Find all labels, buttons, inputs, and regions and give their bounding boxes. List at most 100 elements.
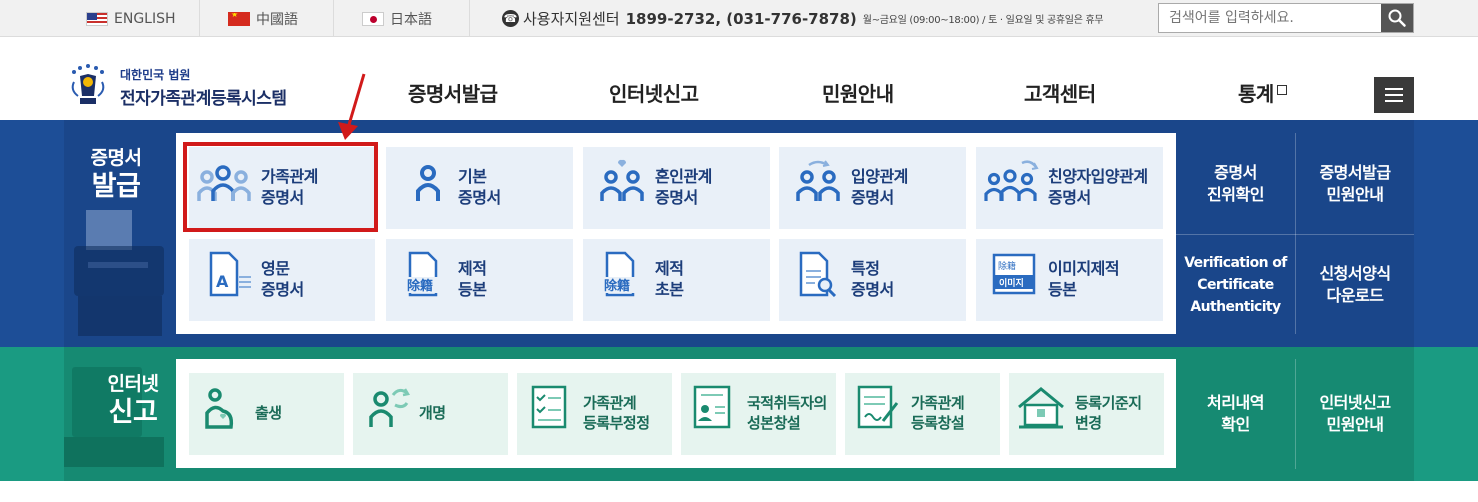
link-line: 확인 — [1221, 415, 1250, 434]
internet-report-guide-link[interactable]: 인터넷신고민원안내 — [1296, 359, 1414, 469]
card-label-line: 증명서 — [1048, 188, 1091, 207]
link-line: 인터넷신고 — [1319, 393, 1391, 412]
top-utility-bar: ENGLISH 中國語 日本語 ☎ 사용자지원센터 1899-2732, (03… — [0, 0, 1478, 37]
removed-record-extract-icon: 除籍 — [603, 251, 649, 297]
link-line: Verification of — [1184, 255, 1287, 271]
card-label: 국적취득자의 성본창설 — [747, 393, 827, 433]
card-label-line: 국적취득자의 — [747, 394, 827, 412]
support-phone: 1899-2732, (031-776-7878) — [625, 9, 857, 28]
printer-illustration-icon — [74, 210, 164, 336]
card-label-line: 등본 — [458, 280, 487, 299]
card-label: 가족관계등록창설 — [911, 393, 965, 433]
card-label-line: 기본 — [458, 167, 487, 186]
menu-button[interactable] — [1374, 77, 1414, 113]
card-label: 이미지제적등본 — [1048, 258, 1120, 300]
card-label-line: 증명서 — [655, 188, 698, 207]
card-image-removed-record[interactable]: 除籍 이미지 이미지제적등본 — [976, 239, 1163, 321]
link-line: 신청서양식 — [1319, 264, 1391, 283]
card-full-adoption-certificate[interactable]: 친양자입양관계 증명서 — [976, 147, 1163, 229]
search-input[interactable] — [1159, 4, 1381, 32]
section-title-line: 발급 — [91, 171, 141, 202]
card-marriage-certificate[interactable]: 혼인관계증명서 — [583, 147, 770, 229]
lang-label: ENGLISH — [114, 10, 176, 27]
stamp-text: 除籍 — [604, 278, 630, 294]
card-label-line: 등록창설 — [911, 414, 965, 432]
card-birth-report[interactable]: 출생 — [189, 373, 344, 455]
card-label: 입양관계 증명서 — [851, 166, 908, 208]
nav-statistics[interactable]: 통계 — [1238, 78, 1287, 107]
certificate-verify-link[interactable]: 증명서 진위확인 — [1176, 133, 1295, 234]
processing-history-link[interactable]: 처리내역 확인 — [1176, 359, 1295, 469]
card-label-line: 등본 — [1048, 280, 1077, 299]
hamburger-icon — [1385, 88, 1403, 90]
card-label-line: 제적 — [655, 259, 684, 278]
card-label-line: 입양관계 — [851, 167, 908, 186]
removed-record-document-icon: 除籍 — [406, 251, 452, 297]
form-download-link[interactable]: 신청서양식다운로드 — [1296, 235, 1414, 335]
card-removed-record-extract[interactable]: 除籍 제적초본 — [583, 239, 770, 321]
card-label-line: 가족관계 — [583, 394, 637, 412]
nav-label: 통계 — [1238, 82, 1274, 106]
highlight-box — [183, 142, 378, 232]
card-registry-base-change-report[interactable]: 등록기준지 변경 — [1009, 373, 1164, 455]
lang-label: 日本語 — [390, 11, 432, 28]
card-label-line: 이미지제적 — [1048, 259, 1120, 278]
card-label: 등록기준지 변경 — [1075, 393, 1142, 433]
red-arrow-icon — [338, 73, 366, 140]
card-label: 특정 증명서 — [851, 258, 894, 300]
hamburger-line — [1385, 100, 1403, 102]
stamp-text: 이미지 — [999, 277, 1024, 289]
card-label-line: 증명서 — [458, 188, 501, 207]
nav-certificate[interactable]: 증명서발급 — [408, 78, 498, 107]
card-label-line: 초본 — [655, 280, 684, 299]
cn-flag-icon — [228, 11, 250, 26]
section-title-line: 신고 — [108, 397, 158, 428]
lang-chinese-link[interactable]: 中國語 — [200, 0, 334, 37]
site-logo[interactable]: 대한민국 법원 전자가족관계등록시스템 — [64, 62, 304, 109]
card-removed-record-copy[interactable]: 除籍 제적 등본 — [386, 239, 573, 321]
card-naturalized-surname-report[interactable]: 국적취득자의 성본창설 — [681, 373, 836, 455]
search-button[interactable] — [1381, 4, 1413, 32]
hamburger-line — [1385, 94, 1403, 96]
link-line: Authenticity — [1190, 299, 1281, 315]
document-search-icon — [799, 251, 837, 297]
card-label: 제적초본 — [655, 258, 684, 300]
card-label: 제적 등본 — [458, 258, 487, 300]
support-label: 사용자지원센터 — [523, 10, 620, 28]
card-specific-certificate[interactable]: 특정 증명서 — [779, 239, 966, 321]
card-register-correction-report[interactable]: 가족관계 등록부정정 — [517, 373, 672, 455]
card-label-line: 가족관계 — [911, 394, 965, 412]
card-name-change-report[interactable]: 개명 — [353, 373, 508, 455]
image-record-icon: 除籍 이미지 — [992, 253, 1036, 295]
phone-icon: ☎ — [502, 10, 519, 27]
card-register-creation-report[interactable]: 가족관계등록창설 — [845, 373, 1000, 455]
family-adoption-icon — [984, 160, 1039, 201]
document-write-icon — [857, 385, 899, 429]
certificate-guide-link[interactable]: 증명서발급 민원안내 — [1296, 133, 1414, 234]
svg-text:A: A — [216, 272, 229, 291]
card-label: 영문 증명서 — [261, 258, 304, 300]
id-card-icon — [693, 385, 731, 429]
card-adoption-certificate[interactable]: 입양관계 증명서 — [779, 147, 966, 229]
us-flag-icon — [86, 11, 108, 26]
nav-civil-guide[interactable]: 민원안내 — [822, 78, 894, 107]
logo-subtitle: 대한민국 법원 — [120, 68, 191, 82]
nav-customer-center[interactable]: 고객센터 — [1024, 78, 1096, 107]
card-label: 혼인관계증명서 — [655, 166, 712, 208]
card-basic-certificate[interactable]: 기본증명서 — [386, 147, 573, 229]
link-line: 다운로드 — [1326, 286, 1384, 305]
card-label-line: 영문 — [261, 259, 290, 278]
link-line: 증명서발급 — [1319, 162, 1391, 182]
link-line: 민원안내 — [1326, 415, 1384, 434]
court-emblem-icon — [71, 64, 105, 104]
lang-english-link[interactable]: ENGLISH — [64, 0, 200, 37]
person-icon — [416, 165, 440, 201]
card-label-line: 혼인관계 — [655, 167, 712, 186]
verification-of-certificate-link[interactable]: Verification of Certificate Authenticity — [1176, 235, 1295, 335]
lang-japanese-link[interactable]: 日本語 — [334, 0, 470, 37]
link-line: 증명서 — [1214, 162, 1257, 182]
baby-birth-icon — [205, 388, 234, 429]
nav-internet-report[interactable]: 인터넷신고 — [609, 78, 699, 107]
card-english-certificate[interactable]: A 영문 증명서 — [189, 239, 375, 321]
internet-report-section-title: 인터넷 신고 — [88, 372, 178, 430]
